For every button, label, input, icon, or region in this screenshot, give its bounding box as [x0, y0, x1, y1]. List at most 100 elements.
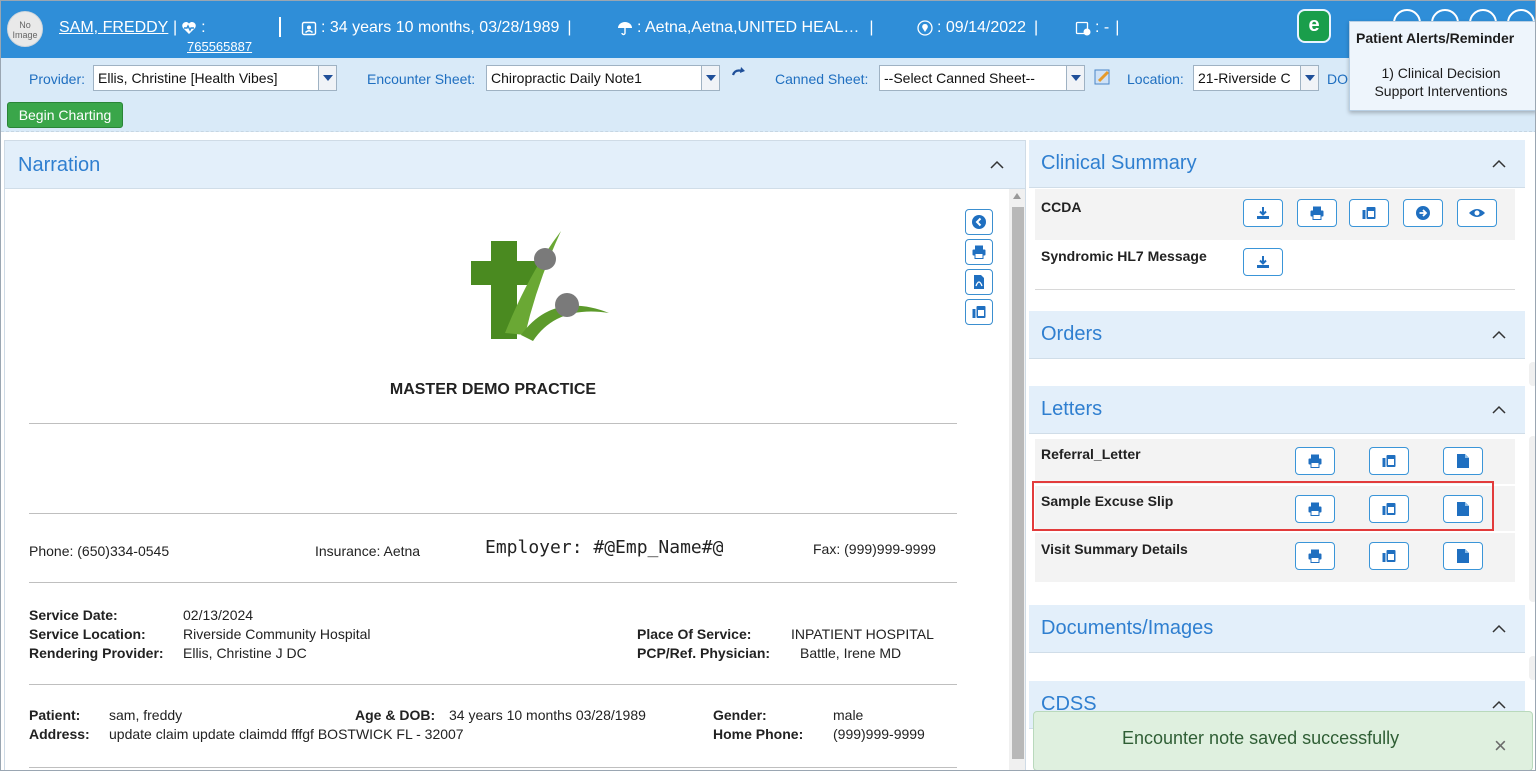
print-button[interactable] — [1297, 199, 1337, 227]
narration-panel: Narration MASTER DEMO PRACTICE Phone: (6… — [4, 140, 1027, 770]
rendering-provider-label: Rendering Provider: — [29, 645, 164, 661]
print-button[interactable] — [1295, 542, 1335, 570]
print-button[interactable] — [1295, 447, 1335, 475]
chevron-left-circle-icon — [972, 215, 986, 229]
place-of-service-value: INPATIENT HOSPITAL — [791, 626, 934, 642]
documents-header[interactable]: Documents/Images — [1029, 605, 1525, 653]
printer-icon — [1308, 549, 1322, 563]
printer-icon — [972, 245, 986, 259]
provider-select[interactable]: Ellis, Christine [Health Vibes] — [93, 65, 337, 91]
chevron-down-icon[interactable] — [701, 66, 719, 90]
alerts-title: Patient Alerts/Reminder — [1356, 30, 1515, 46]
fax-icon — [1382, 455, 1396, 467]
fax-button[interactable] — [965, 299, 993, 325]
toast-message: Encounter note saved successfully — [1122, 728, 1400, 748]
letters-title: Letters — [1041, 398, 1103, 420]
umbrella-icon — [618, 22, 632, 36]
letter-label: Referral_Letter — [1041, 446, 1141, 462]
extra-text: : - — [1095, 19, 1110, 36]
address-label: Address: — [29, 726, 90, 742]
no-image-avatar: No Image — [7, 11, 43, 47]
letters-header[interactable]: Letters — [1029, 386, 1525, 434]
narration-content: MASTER DEMO PRACTICE Phone: (650)334-054… — [5, 189, 1027, 770]
patient-id-link[interactable]: 765565887 — [187, 39, 252, 54]
scroll-up-icon[interactable] — [1013, 193, 1021, 199]
calendar-check-icon — [1075, 21, 1091, 36]
encounter-sheet-select[interactable]: Chiropractic Daily Note1 — [486, 65, 720, 91]
clinical-summary-title: Clinical Summary — [1041, 152, 1197, 174]
document-icon — [1457, 549, 1469, 563]
right-sidebar: Clinical Summary CCDA Syndromic HL7 Mess… — [1029, 140, 1535, 770]
fax-button[interactable] — [1369, 447, 1409, 475]
patient-name-link[interactable]: SAM, FREDDY — [59, 19, 168, 37]
patient-value: sam, freddy — [109, 707, 183, 723]
chevron-up-icon[interactable] — [1491, 402, 1507, 418]
begin-charting-button[interactable]: Begin Charting — [7, 102, 123, 128]
patient-header: No Image SAM, FREDDY | : 765565887 : 34 … — [1, 1, 1535, 58]
view-button[interactable] — [1457, 199, 1497, 227]
practice-insurance: Insurance: Aetna — [315, 543, 421, 559]
address-value: update claim update claimdd fffgf BOSTWI… — [109, 726, 464, 742]
pdf-icon — [974, 275, 984, 289]
canned-sheet-select[interactable]: --Select Canned Sheet-- — [879, 65, 1085, 91]
fax-icon — [1382, 550, 1396, 562]
letter-row-referral: Referral_Letter — [1035, 439, 1515, 485]
letter-label: Visit Summary Details — [1041, 541, 1188, 557]
patient-label: Patient: — [29, 707, 81, 723]
pcp-label: PCP/Ref. Physician: — [637, 645, 771, 661]
document-button[interactable] — [1443, 447, 1483, 475]
fax-button[interactable] — [1349, 199, 1389, 227]
download-button[interactable] — [1243, 248, 1283, 276]
pdf-button[interactable] — [965, 269, 993, 295]
insurance-group: : Aetna,Aetna,UNITED HEAL… | — [617, 19, 873, 37]
fax-icon — [972, 306, 986, 318]
highlight-box — [1032, 481, 1494, 531]
documents-scrollbar[interactable] — [1529, 656, 1535, 680]
collapse-button[interactable] — [965, 209, 993, 235]
encounter-sheet-value: Chiropractic Daily Note1 — [491, 70, 642, 86]
print-button[interactable] — [965, 239, 993, 265]
chevron-up-icon[interactable] — [989, 157, 1005, 173]
narration-header[interactable]: Narration — [5, 141, 1025, 189]
letters-scrollbar[interactable] — [1529, 436, 1535, 602]
orders-scrollbar[interactable] — [1529, 362, 1535, 386]
alerts-body[interactable]: 1) Clinical Decision Support Interventio… — [1350, 46, 1520, 100]
send-button[interactable] — [1403, 199, 1443, 227]
orders-header[interactable]: Orders — [1029, 311, 1525, 359]
service-location-value: Riverside Community Hospital — [183, 626, 371, 642]
place-of-service-label: Place Of Service: — [637, 626, 752, 642]
narration-title: Narration — [18, 154, 101, 176]
chevron-down-icon[interactable] — [1300, 66, 1318, 90]
narration-scrollbar[interactable] — [1009, 189, 1025, 770]
refresh-icon[interactable] — [729, 64, 749, 84]
syndromic-label: Syndromic HL7 Message — [1041, 248, 1207, 264]
edit-sheet-icon[interactable] — [1093, 67, 1113, 87]
chevron-up-icon[interactable] — [1491, 621, 1507, 637]
fax-button[interactable] — [1369, 542, 1409, 570]
divider — [29, 423, 957, 424]
scroll-thumb[interactable] — [1012, 207, 1024, 759]
close-icon[interactable]: × — [1494, 735, 1507, 757]
chevron-down-icon[interactable] — [318, 66, 336, 90]
document-icon — [1457, 454, 1469, 468]
provider-select-value: Ellis, Christine [Health Vibes] — [98, 70, 278, 86]
chevron-down-icon[interactable] — [1066, 66, 1084, 90]
patient-id-group: | : — [173, 19, 206, 36]
pcp-value: Battle, Irene MD — [800, 645, 902, 661]
document-button[interactable] — [1443, 542, 1483, 570]
location-select[interactable]: 21-Riverside C — [1193, 65, 1319, 91]
chevron-up-icon[interactable] — [1491, 327, 1507, 343]
age-dob-label: Age & DOB: — [355, 707, 436, 723]
canned-sheet-value: --Select Canned Sheet-- — [884, 70, 1035, 86]
encounter-toolbar: Provider: Ellis, Christine [Health Vibes… — [1, 58, 1535, 132]
ccda-row: CCDA — [1035, 189, 1515, 241]
download-button[interactable] — [1243, 199, 1283, 227]
eye-icon — [1469, 209, 1485, 217]
insurance-text: : Aetna,Aetna,UNITED HEAL… — [637, 19, 860, 36]
app-logo-icon[interactable]: e — [1297, 9, 1331, 43]
patient-alerts-popup[interactable]: Patient Alerts/Reminder 1) Clinical Deci… — [1349, 21, 1535, 111]
chevron-up-icon[interactable] — [1491, 156, 1507, 172]
location-label: Location: — [1127, 71, 1184, 87]
encounter-page: No Image SAM, FREDDY | : 765565887 : 34 … — [0, 0, 1536, 771]
clinical-summary-header[interactable]: Clinical Summary — [1029, 140, 1525, 188]
